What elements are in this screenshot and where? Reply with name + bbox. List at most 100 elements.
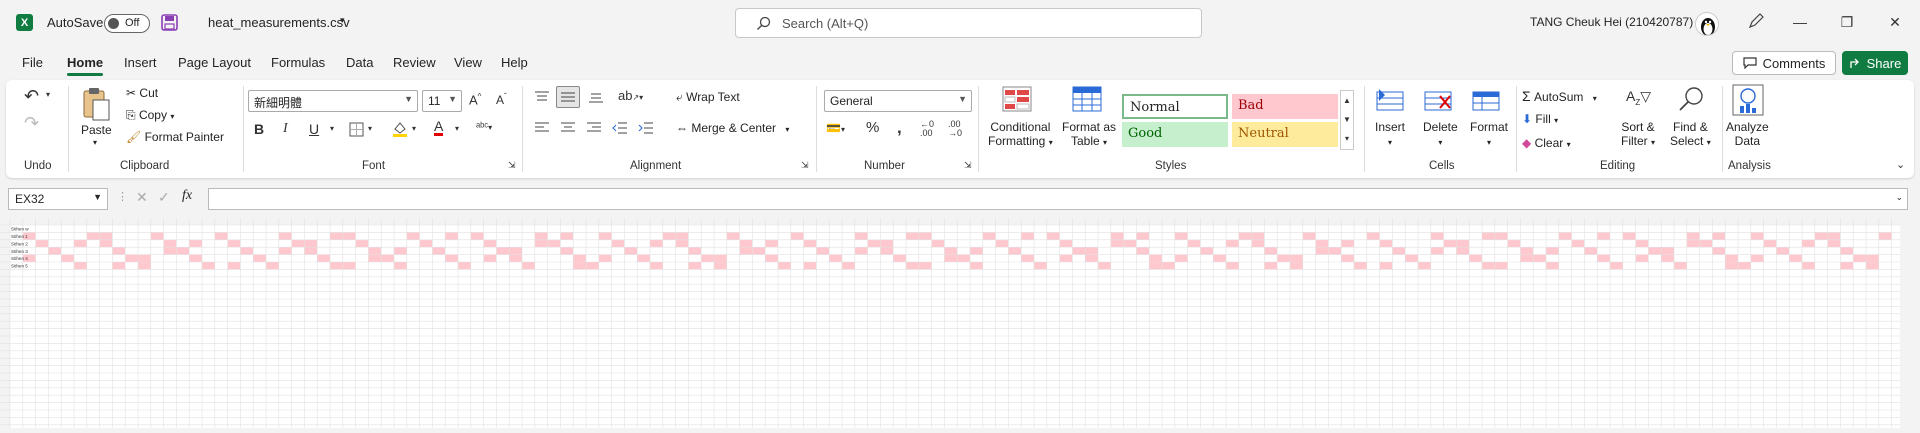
paste-button[interactable]: Paste	[81, 123, 112, 137]
clear-button[interactable]: ◆ Clear ▾	[1522, 136, 1571, 150]
align-bottom-icon[interactable]	[588, 90, 604, 107]
delete-cells-icon[interactable]	[1424, 88, 1452, 115]
find-select-button[interactable]: Find & Select ▾	[1670, 120, 1711, 148]
sort-filter-icon[interactable]: AZ▽	[1626, 88, 1651, 107]
save-icon[interactable]	[161, 14, 178, 36]
highlighted-cell	[1315, 239, 1329, 248]
wrap-text-button[interactable]: ⤶ Wrap Text	[676, 90, 740, 105]
copy-button[interactable]: ⎘ Copy ▾	[126, 108, 174, 123]
formula-input[interactable]: ⌄	[208, 188, 1908, 210]
undo-chevron-icon[interactable]: ▾	[46, 90, 50, 99]
paste-chevron-icon[interactable]: ▾	[93, 138, 97, 147]
font-size-select[interactable]: 11 ▼	[422, 90, 462, 112]
grid-canvas[interactable]: Stihen w Stihen 1 Stihen 2 Stihen 3 Stihen 4…	[0, 218, 1920, 428]
highlighted-cell	[1187, 239, 1201, 248]
share-button[interactable]: Share	[1842, 51, 1908, 75]
tab-help[interactable]: Help	[501, 55, 528, 70]
number-format-select[interactable]: General ▼	[824, 90, 972, 112]
fill-color-icon[interactable]	[392, 120, 408, 141]
autosave-toggle[interactable]: Off	[104, 14, 150, 33]
style-bad[interactable]: Bad	[1232, 94, 1338, 119]
find-select-icon[interactable]	[1678, 86, 1704, 115]
style-normal[interactable]: Normal	[1122, 94, 1228, 119]
align-top-icon[interactable]	[534, 90, 550, 107]
collapse-ribbon-icon[interactable]: ⌄	[1896, 158, 1905, 171]
decrease-indent-icon[interactable]	[612, 121, 628, 138]
merge-center-button[interactable]: ⇔ Merge & Center ▾	[676, 121, 789, 135]
cut-button[interactable]: ✂ Cut	[126, 86, 158, 100]
phonetic-icon[interactable]: ᵃᵇᶜ▾	[476, 121, 492, 133]
paste-icon[interactable]	[81, 86, 111, 125]
insert-cells-icon[interactable]	[1376, 88, 1404, 115]
orientation-icon[interactable]: ab↗▾	[618, 88, 643, 103]
underline-button[interactable]: U	[309, 121, 319, 137]
style-neutral[interactable]: Neutral	[1232, 122, 1338, 147]
accounting-format-icon[interactable]: 💳▾	[826, 121, 845, 135]
italic-button[interactable]: I	[283, 121, 288, 137]
comma-style-icon[interactable]: ,	[897, 118, 902, 138]
tab-data[interactable]: Data	[346, 55, 373, 70]
restore-icon[interactable]: ❐	[1837, 12, 1857, 32]
tab-file[interactable]: File	[22, 55, 43, 70]
format-cells-icon[interactable]	[1472, 88, 1500, 115]
row-header-strip	[0, 218, 10, 428]
conditional-formatting-icon[interactable]	[1002, 86, 1032, 115]
decrease-decimal-icon[interactable]: .00 →0	[948, 120, 962, 138]
font-name-select[interactable]: 新細明體 ▼	[248, 90, 418, 112]
number-dialog-launcher-icon[interactable]: ⇲	[964, 160, 972, 171]
increase-decimal-icon[interactable]: ←0.00	[920, 120, 934, 138]
format-as-table-button[interactable]: Format as Table ▾	[1062, 120, 1116, 148]
tab-home[interactable]: Home	[67, 55, 104, 76]
undo-icon[interactable]: ↶	[24, 86, 39, 107]
pen-icon[interactable]	[1746, 12, 1766, 32]
sort-filter-button[interactable]: Sort & Filter ▾	[1621, 120, 1655, 148]
align-right-icon[interactable]	[586, 121, 602, 138]
align-left-icon[interactable]	[534, 121, 550, 138]
name-box[interactable]: EX32 ▼	[8, 188, 108, 210]
file-name[interactable]: heat_measurements.csv	[208, 15, 350, 30]
align-center-icon[interactable]	[560, 121, 576, 138]
align-middle-icon[interactable]	[556, 86, 580, 108]
filename-chevron-icon[interactable]: ▾	[340, 15, 345, 26]
analyze-data-icon[interactable]	[1732, 84, 1764, 119]
shrink-font-icon[interactable]: Aˇ	[496, 92, 507, 107]
fill-color-chevron-icon[interactable]: ▾	[412, 124, 416, 133]
tab-formulas[interactable]: Formulas	[271, 55, 325, 70]
minimize-icon[interactable]: —	[1790, 12, 1810, 32]
user-name[interactable]: TANG Cheuk Hei (210420787)	[1530, 15, 1693, 29]
search-box[interactable]: Search (Alt+Q)	[735, 8, 1202, 38]
borders-icon[interactable]	[349, 122, 364, 140]
insert-function-icon[interactable]: fx	[182, 188, 192, 204]
format-cells-button[interactable]: Format ▾	[1470, 120, 1508, 148]
autosum-button[interactable]: Σ AutoSum ▾	[1522, 88, 1597, 104]
close-icon[interactable]: ✕	[1885, 12, 1905, 32]
tab-view[interactable]: View	[454, 55, 482, 70]
conditional-formatting-button[interactable]: Conditional Formatting ▾	[988, 120, 1053, 148]
percent-icon[interactable]: %	[866, 119, 879, 136]
worksheet-grid[interactable]: Stihen w Stihen 1 Stihen 2 Stihen 3 Stihen 4…	[0, 218, 1920, 428]
font-color-icon[interactable]: A	[434, 119, 444, 136]
increase-indent-icon[interactable]	[638, 121, 654, 138]
bold-button[interactable]: B	[254, 121, 264, 137]
tab-review[interactable]: Review	[393, 55, 436, 70]
delete-cells-button[interactable]: Delete ▾	[1423, 120, 1458, 148]
format-as-table-icon[interactable]	[1072, 86, 1102, 115]
borders-chevron-icon[interactable]: ▾	[368, 124, 372, 133]
tab-insert[interactable]: Insert	[124, 55, 157, 70]
fill-button[interactable]: ⬇ Fill ▾	[1522, 112, 1558, 126]
more-options-icon[interactable]: ⋮	[117, 190, 128, 203]
alignment-dialog-launcher-icon[interactable]: ⇲	[801, 160, 809, 171]
underline-chevron-icon[interactable]: ▾	[330, 124, 334, 133]
avatar[interactable]	[1695, 12, 1719, 36]
insert-cells-button[interactable]: Insert ▾	[1375, 120, 1405, 148]
format-painter-button[interactable]: 🖌 Format Painter	[126, 130, 224, 144]
font-color-chevron-icon[interactable]: ▾	[455, 124, 459, 133]
grow-font-icon[interactable]: A^	[469, 92, 481, 107]
styles-scroll[interactable]: ▲ ▼ ▾	[1340, 90, 1354, 150]
highlighted-cell	[266, 262, 279, 270]
font-dialog-launcher-icon[interactable]: ⇲	[508, 160, 516, 171]
analyze-data-button[interactable]: Analyze Data	[1726, 120, 1769, 148]
comments-button[interactable]: Comments	[1732, 51, 1836, 75]
style-good[interactable]: Good	[1122, 122, 1228, 147]
tab-page-layout[interactable]: Page Layout	[178, 55, 251, 70]
